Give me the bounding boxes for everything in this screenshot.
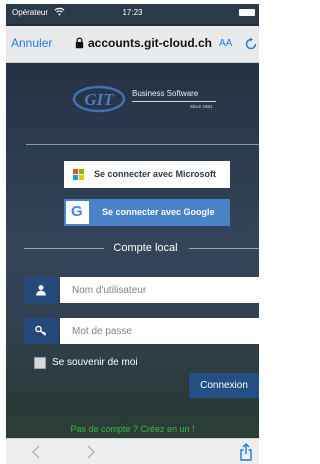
logo-sub-text: Since 1981 [190,104,213,109]
connexion-button[interactable]: Connexion [189,373,259,398]
remember-me-checkbox[interactable] [34,357,46,369]
microsoft-signin-button[interactable]: Se connecter avec Microsoft [64,161,230,188]
local-account-title: Compte local [113,242,178,254]
logo-main-text: Business Software [132,89,199,98]
key-icon [35,325,47,336]
create-account-link[interactable]: Pas de compte ? Créez en un ! [6,424,259,434]
local-divider-right [189,248,259,249]
forward-icon[interactable] [86,445,96,459]
logo-emblem-text: GIT [84,90,114,109]
battery-icon [239,9,255,16]
local-divider-left [24,248,104,249]
browser-address-bar: Annuler accounts.git-cloud.ch AA [6,26,259,63]
google-signin-label: Se connecter avec Google [102,207,215,217]
share-icon[interactable] [239,443,253,461]
username-input[interactable] [60,277,255,303]
google-logo-icon: G [66,201,89,224]
status-bar: Opérateur 17:23 [6,4,259,24]
google-logo-glyph: G [71,203,83,220]
password-input[interactable] [60,318,255,344]
cancel-button[interactable]: Annuler [11,36,52,50]
phone-screen: Opérateur 17:23 Annuler accounts.git-clo… [6,4,259,464]
username-icon-box [24,277,58,303]
password-icon-box [24,318,58,344]
url-text[interactable]: accounts.git-cloud.ch [88,36,212,50]
logo-divider [132,101,216,102]
git-logo: GIT Business Software Since 1981 [72,84,222,118]
browser-toolbar [6,438,259,464]
top-divider [26,144,259,145]
username-field[interactable] [60,277,259,303]
reader-aa-button[interactable]: AA [219,38,232,49]
reload-icon[interactable] [244,37,258,51]
user-icon [36,285,46,296]
remember-me-label[interactable]: Se souvenir de moi [52,357,138,368]
password-field[interactable] [60,318,259,344]
lock-icon [75,37,84,49]
git-emblem: GIT [72,85,126,113]
back-icon[interactable] [31,445,41,459]
google-signin-button[interactable]: G Se connecter avec Google [64,199,230,226]
microsoft-logo-icon [73,169,84,180]
microsoft-signin-label: Se connecter avec Microsoft [94,169,217,179]
status-time: 17:23 [122,8,143,17]
